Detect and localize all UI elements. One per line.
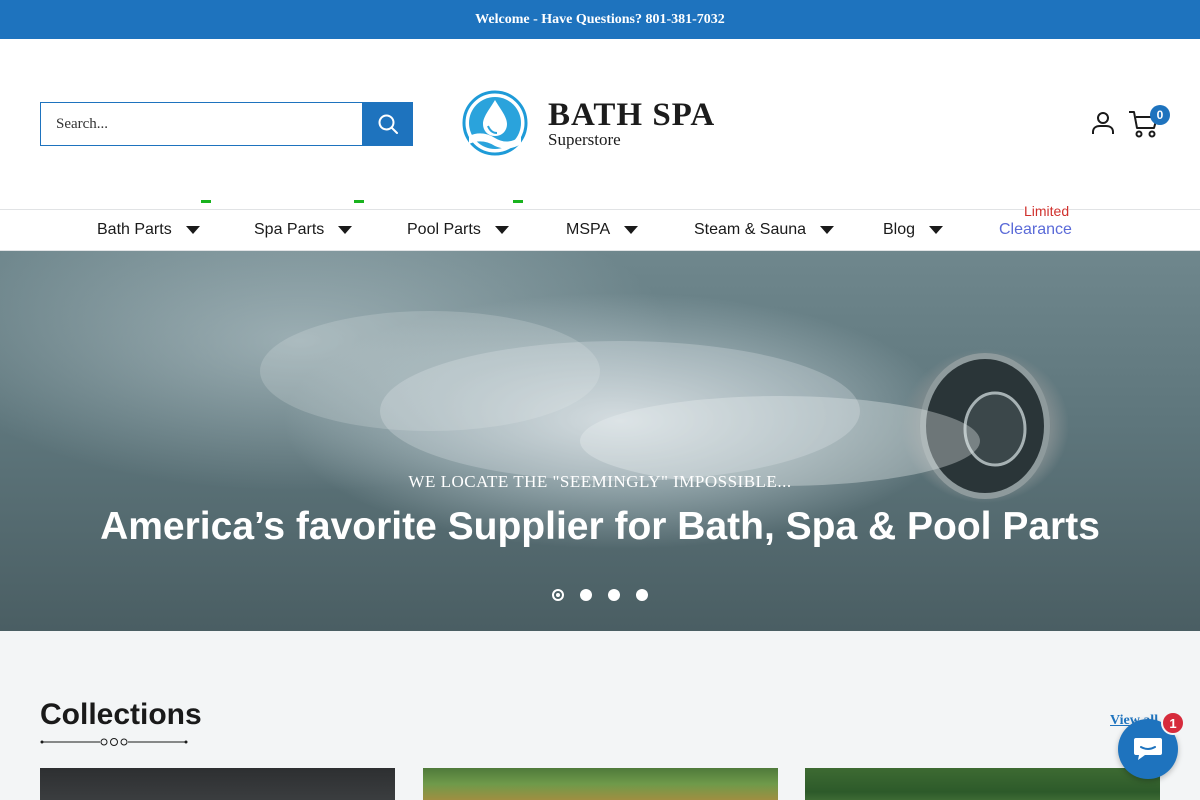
announcement-text: Welcome - Have Questions? 801-381-7032 — [475, 11, 725, 27]
announcement-bar: Welcome - Have Questions? 801-381-7032 — [0, 0, 1200, 39]
hero-eyebrow: WE LOCATE THE "SEEMINGLY" IMPOSSIBLE... — [408, 472, 792, 491]
ornament-divider — [40, 738, 188, 746]
nav-item-label: Clearance — [999, 221, 1072, 238]
slide-dot[interactable] — [580, 589, 592, 601]
nav-item-label: Spa Parts — [254, 221, 325, 238]
hero-title: America’s favorite Supplier for Bath, Sp… — [100, 505, 1100, 548]
nav-accent-mark — [201, 200, 211, 203]
nav-item-blog[interactable]: Blog — [883, 210, 944, 250]
caret-down-icon — [929, 226, 944, 234]
nav-item-label: Blog — [883, 221, 916, 238]
cart-count-badge: 0 — [1150, 105, 1170, 125]
nav-item-label: Steam & Sauna — [694, 221, 807, 238]
logo-wordmark: BATH SPA Superstore — [548, 99, 715, 149]
logo-title: BATH SPA — [548, 97, 716, 133]
nav-item-mspa[interactable]: MSPA — [566, 210, 639, 250]
water-drop-logo-icon — [462, 90, 528, 156]
caret-down-icon — [624, 226, 639, 234]
main-nav: Bath Parts Spa Parts Pool Parts MSPA Ste… — [0, 209, 1200, 251]
search-icon — [378, 114, 398, 134]
collection-card[interactable] — [40, 768, 395, 800]
site-header: BATH SPA Superstore 0 — [0, 39, 1200, 210]
slide-pagination — [552, 589, 648, 601]
chat-bubble-icon — [1134, 738, 1162, 760]
nav-accent-mark — [354, 200, 364, 203]
nav-item-steam-sauna[interactable]: Steam & Sauna — [694, 210, 835, 250]
nav-item-spa-parts[interactable]: Spa Parts — [254, 210, 353, 250]
site-logo[interactable]: BATH SPA Superstore — [452, 90, 748, 158]
caret-down-icon — [820, 226, 835, 234]
search-form — [40, 102, 413, 146]
hero-slideshow: WE LOCATE THE "SEEMINGLY" IMPOSSIBLE... … — [0, 251, 1200, 631]
chat-unread-badge: 1 — [1161, 711, 1185, 735]
caret-down-icon — [185, 226, 200, 234]
nav-item-label: Bath Parts — [97, 221, 172, 238]
search-input[interactable] — [40, 102, 363, 146]
account-icon[interactable] — [1091, 111, 1115, 135]
logo-subtitle: Superstore — [548, 130, 621, 149]
search-button[interactable] — [362, 102, 413, 146]
nav-item-pool-parts[interactable]: Pool Parts — [407, 210, 509, 250]
slide-dot[interactable] — [608, 589, 620, 601]
nav-accent-mark — [513, 200, 523, 203]
hero-jet-image — [260, 311, 1050, 499]
limited-badge: Limited — [1024, 203, 1070, 219]
nav-item-bath-parts[interactable]: Bath Parts — [97, 210, 200, 250]
nav-item-label: Pool Parts — [407, 221, 481, 238]
caret-down-icon — [494, 226, 509, 234]
section-title: Collections — [40, 698, 202, 731]
collections-section: Collections View all — [0, 631, 1200, 800]
collection-card[interactable] — [805, 768, 1160, 800]
slide-dot[interactable] — [636, 589, 648, 601]
nav-item-label: MSPA — [566, 221, 611, 238]
collection-card[interactable] — [423, 768, 778, 800]
slide-dot[interactable] — [552, 589, 564, 601]
caret-down-icon — [338, 226, 353, 234]
